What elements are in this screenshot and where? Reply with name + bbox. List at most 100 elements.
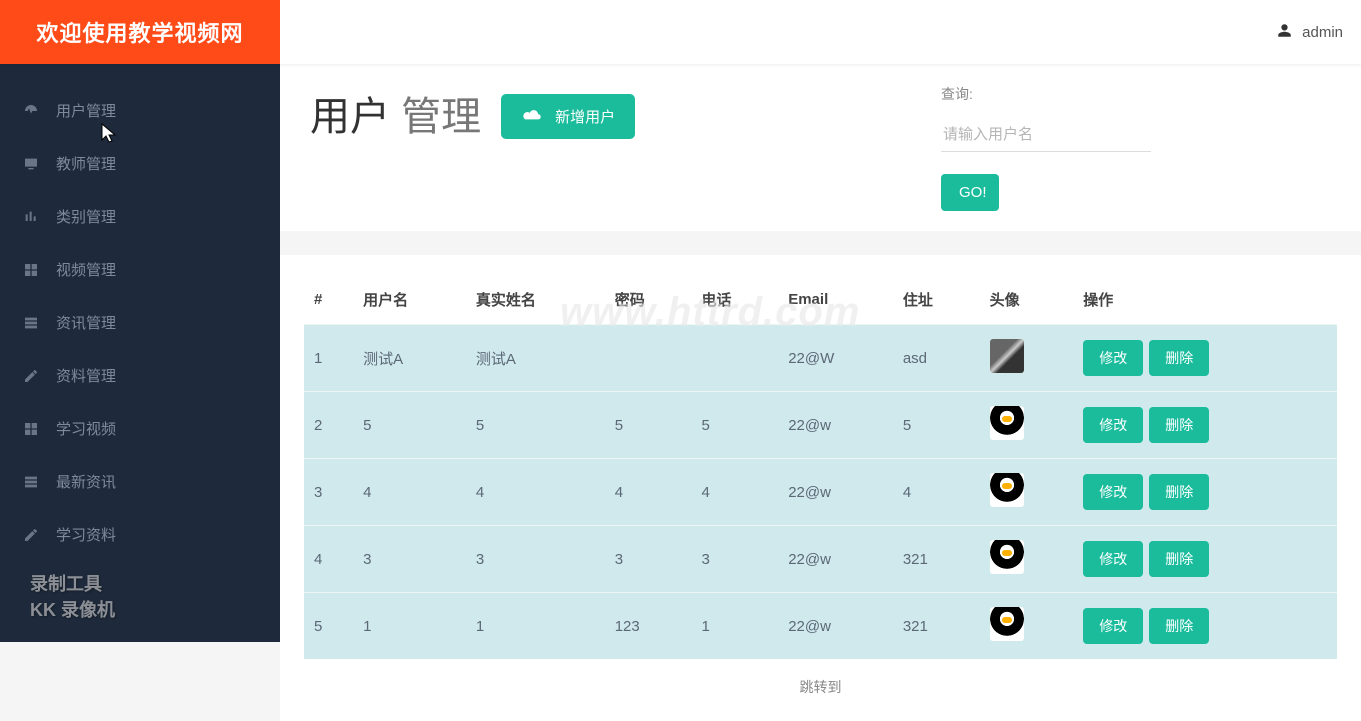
sidebar-item-study-video[interactable]: 学习视频 [0, 402, 280, 455]
cell-avatar [980, 392, 1074, 459]
edit-button[interactable]: 修改 [1083, 474, 1143, 510]
delete-button[interactable]: 删除 [1149, 608, 1209, 644]
user-table: # 用户名 真实姓名 密码 电话 Email 住址 头像 操作 1测试A测试A2… [304, 275, 1337, 659]
delete-button[interactable]: 删除 [1149, 407, 1209, 443]
cell-address: 321 [893, 593, 980, 660]
sidebar-item-materials[interactable]: 资料管理 [0, 349, 280, 402]
sidebar-item-teachers[interactable]: 教师管理 [0, 137, 280, 190]
search-block: 查询: GO! [941, 84, 1151, 211]
grid-icon [22, 261, 40, 279]
cell-phone: 3 [691, 526, 778, 593]
avatar-dog-icon [990, 339, 1024, 373]
avatar-penguin-icon [990, 540, 1024, 574]
username-label: admin [1302, 24, 1343, 41]
page-header: 用户 管理 新增用户 查询: GO! [280, 64, 1361, 231]
edit-button[interactable]: 修改 [1083, 541, 1143, 577]
search-go-button[interactable]: GO! [941, 174, 999, 211]
add-user-button[interactable]: 新增用户 [501, 94, 635, 139]
avatar-penguin-icon [990, 607, 1024, 641]
monitor-icon [22, 155, 40, 173]
cell-address: 5 [893, 392, 980, 459]
cell-actions: 修改删除 [1073, 325, 1337, 392]
user-icon [1277, 23, 1292, 42]
pagination-jump: 跳转到 [304, 659, 1337, 701]
cell-password: 5 [605, 392, 692, 459]
table-icon [22, 314, 40, 332]
sidebar-item-label: 资料管理 [56, 365, 116, 386]
cell-password [605, 325, 692, 392]
cell-email: 22@w [778, 526, 893, 593]
cell-index: 3 [304, 459, 353, 526]
edit-button[interactable]: 修改 [1083, 407, 1143, 443]
header: 欢迎使用教学视频网 admin [0, 0, 1361, 64]
cell-username: 5 [353, 392, 466, 459]
sidebar-item-study-materials[interactable]: 学习资料 [0, 508, 280, 561]
cell-phone: 5 [691, 392, 778, 459]
search-label: 查询: [941, 84, 1151, 104]
cell-email: 22@w [778, 459, 893, 526]
col-address: 住址 [893, 275, 980, 325]
delete-button[interactable]: 删除 [1149, 474, 1209, 510]
cell-password: 3 [605, 526, 692, 593]
cell-address: 321 [893, 526, 980, 593]
cell-phone: 4 [691, 459, 778, 526]
sidebar-item-label: 类别管理 [56, 206, 116, 227]
cell-actions: 修改删除 [1073, 459, 1337, 526]
col-password: 密码 [605, 275, 692, 325]
table-row: 4333322@w321修改删除 [304, 526, 1337, 593]
edit-button[interactable]: 修改 [1083, 340, 1143, 376]
avatar-penguin-icon [990, 473, 1024, 507]
brand-title: 欢迎使用教学视频网 [0, 0, 280, 64]
table-row: 3444422@w4修改删除 [304, 459, 1337, 526]
col-index: # [304, 275, 353, 325]
cell-actions: 修改删除 [1073, 526, 1337, 593]
cell-email: 22@w [778, 593, 893, 660]
cell-realname: 3 [466, 526, 605, 593]
cell-avatar [980, 526, 1074, 593]
table2-icon [22, 473, 40, 491]
col-actions: 操作 [1073, 275, 1337, 325]
dashboard-icon [22, 102, 40, 120]
cell-index: 2 [304, 392, 353, 459]
cell-index: 4 [304, 526, 353, 593]
sidebar-item-news[interactable]: 资讯管理 [0, 296, 280, 349]
delete-button[interactable]: 删除 [1149, 541, 1209, 577]
cell-realname: 5 [466, 392, 605, 459]
avatar-penguin-icon [990, 406, 1024, 440]
col-phone: 电话 [691, 275, 778, 325]
table-header-row: # 用户名 真实姓名 密码 电话 Email 住址 头像 操作 [304, 275, 1337, 325]
main: 用户 管理 新增用户 查询: GO! # 用户名 真实姓名 密码 电话 Emai… [280, 64, 1361, 721]
sidebar-watermark: 录制工具 KK 录像机 [30, 570, 115, 622]
sidebar-item-label: 资讯管理 [56, 312, 116, 333]
cell-username: 1 [353, 593, 466, 660]
sidebar-item-categories[interactable]: 类别管理 [0, 190, 280, 243]
add-user-label: 新增用户 [555, 106, 615, 127]
cell-username: 测试A [353, 325, 466, 392]
sidebar-item-latest-news[interactable]: 最新资讯 [0, 455, 280, 508]
cloud-icon [521, 108, 543, 126]
sidebar-item-users[interactable]: 用户管理 [0, 84, 280, 137]
cell-address: asd [893, 325, 980, 392]
sidebar-item-label: 学习视频 [56, 418, 116, 439]
cell-username: 4 [353, 459, 466, 526]
cell-password: 123 [605, 593, 692, 660]
cell-phone: 1 [691, 593, 778, 660]
delete-button[interactable]: 删除 [1149, 340, 1209, 376]
table-row: 1测试A测试A22@Wasd修改删除 [304, 325, 1337, 392]
cell-avatar [980, 459, 1074, 526]
cell-realname: 4 [466, 459, 605, 526]
sidebar-item-videos[interactable]: 视频管理 [0, 243, 280, 296]
cell-realname: 1 [466, 593, 605, 660]
col-username: 用户名 [353, 275, 466, 325]
edit-button[interactable]: 修改 [1083, 608, 1143, 644]
search-input[interactable] [941, 118, 1151, 152]
sidebar-item-label: 最新资讯 [56, 471, 116, 492]
cell-actions: 修改删除 [1073, 392, 1337, 459]
cell-email: 22@W [778, 325, 893, 392]
page-title: 用户 管理 [310, 84, 481, 142]
col-realname: 真实姓名 [466, 275, 605, 325]
cell-phone [691, 325, 778, 392]
cell-index: 5 [304, 593, 353, 660]
header-user[interactable]: admin [1277, 23, 1343, 42]
cell-avatar [980, 593, 1074, 660]
